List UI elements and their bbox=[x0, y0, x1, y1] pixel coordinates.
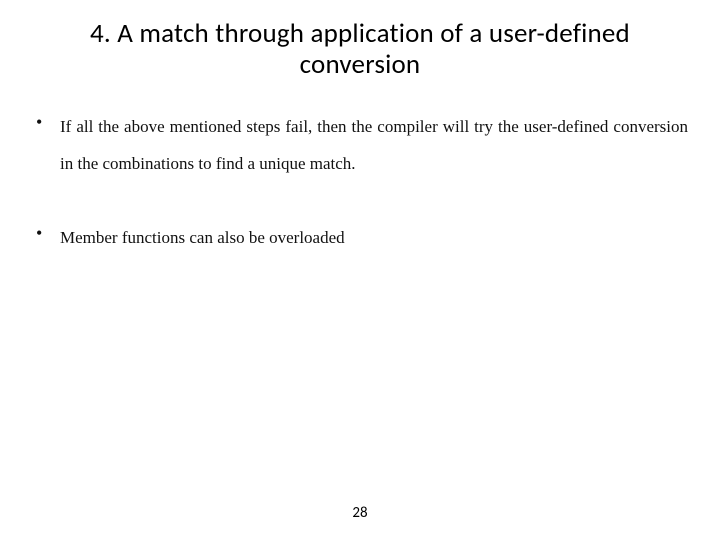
bullet-text: Member functions can also be overloaded bbox=[60, 219, 688, 256]
slide-title: 4. A match through application of a user… bbox=[32, 18, 688, 80]
page-number: 28 bbox=[0, 504, 720, 522]
list-item: • Member functions can also be overloade… bbox=[32, 219, 688, 256]
bullet-icon: • bbox=[32, 219, 60, 242]
bullet-text: If all the above mentioned steps fail, t… bbox=[60, 108, 688, 183]
bullet-icon: • bbox=[32, 108, 60, 131]
slide: 4. A match through application of a user… bbox=[0, 0, 720, 540]
slide-body: • If all the above mentioned steps fail,… bbox=[32, 108, 688, 256]
list-item: • If all the above mentioned steps fail,… bbox=[32, 108, 688, 183]
